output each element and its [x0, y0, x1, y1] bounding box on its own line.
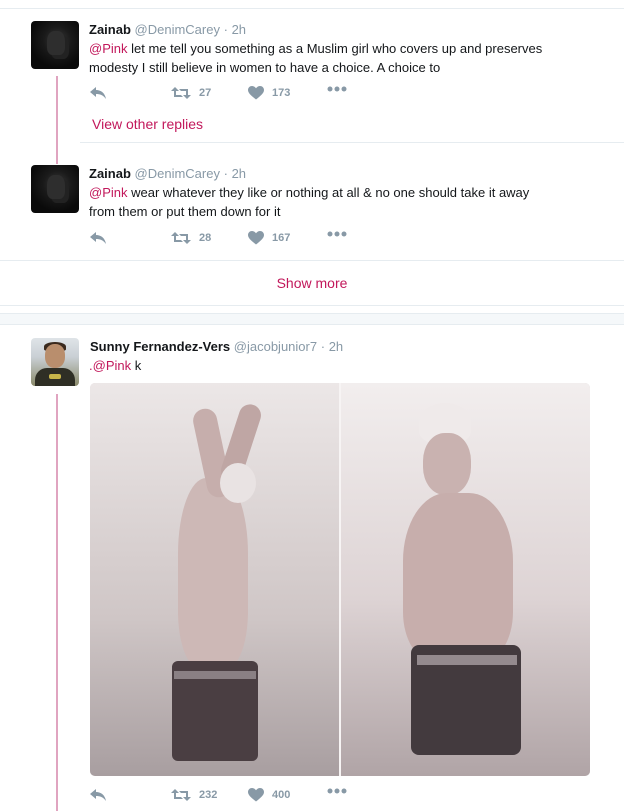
- tweet-header: Zainab @DenimCarey · 2h: [89, 22, 246, 37]
- tweet-actions: 27 173: [89, 86, 389, 106]
- mention-link[interactable]: @Pink: [89, 185, 128, 200]
- tweet-text-line: let me tell you something as a Muslim gi…: [127, 41, 543, 56]
- tweet-text-line: modesty I still believe in women to have…: [89, 60, 441, 75]
- show-more-link[interactable]: Show more: [0, 275, 624, 291]
- retweet-button[interactable]: 27: [171, 86, 211, 100]
- tweet-text-line: wear whatever they like or nothing at al…: [127, 185, 530, 200]
- like-count: 173: [272, 87, 291, 99]
- retweet-count: 232: [199, 789, 218, 801]
- separator: ·: [223, 166, 228, 181]
- tweet-header: Zainab @DenimCarey · 2h: [89, 166, 246, 181]
- retweet-icon: [171, 87, 191, 99]
- reply-button[interactable]: [89, 231, 107, 245]
- tweet-text: @Pink let me tell you something as a Mus…: [89, 39, 609, 77]
- heart-icon: [248, 788, 264, 802]
- more-button[interactable]: [327, 86, 347, 92]
- retweet-button[interactable]: 232: [171, 788, 217, 802]
- divider: [0, 305, 624, 306]
- reply-icon: [90, 232, 106, 244]
- tweet-text-line: k: [131, 358, 142, 373]
- tweet-text: @Pink wear whatever they like or nothing…: [89, 183, 609, 221]
- photo-panel-right: [341, 383, 590, 776]
- tweet[interactable]: Zainab @DenimCarey · 2h @Pink let me tel…: [0, 0, 624, 140]
- divider: [0, 260, 624, 261]
- tweet-text: .@Pink k: [89, 356, 609, 375]
- mention-link[interactable]: @Pink: [89, 41, 128, 56]
- like-button[interactable]: 167: [248, 231, 290, 245]
- more-button[interactable]: [327, 231, 347, 237]
- retweet-count: 28: [199, 232, 212, 244]
- user-handle[interactable]: @jacobjunior7: [234, 339, 317, 354]
- user-name[interactable]: Sunny Fernandez-Vers: [90, 339, 230, 354]
- mention-link[interactable]: @Pink: [93, 358, 132, 373]
- tweet-media-photo[interactable]: [90, 383, 590, 776]
- like-count: 167: [272, 232, 291, 244]
- reply-icon: [90, 87, 106, 99]
- like-button[interactable]: 173: [248, 86, 290, 100]
- retweet-count: 27: [199, 87, 212, 99]
- avatar[interactable]: [31, 21, 79, 69]
- photo-panel-left: [90, 383, 339, 776]
- tweet[interactable]: Zainab @DenimCarey · 2h @Pink wear whate…: [0, 143, 624, 260]
- user-name[interactable]: Zainab: [89, 22, 131, 37]
- retweet-icon: [171, 232, 191, 244]
- more-button[interactable]: [327, 788, 347, 794]
- avatar[interactable]: [31, 165, 79, 213]
- reply-icon: [90, 789, 106, 801]
- tweet-actions: 232 400: [89, 788, 389, 808]
- timestamp[interactable]: 2h: [232, 166, 246, 181]
- timestamp[interactable]: 2h: [232, 22, 246, 37]
- like-button[interactable]: 400: [248, 788, 290, 802]
- tweet-text-line: from them or put them down for it: [89, 204, 281, 219]
- separator: ·: [223, 22, 228, 37]
- tweet-header: Sunny Fernandez-Vers @jacobjunior7 · 2h: [90, 339, 343, 354]
- user-name[interactable]: Zainab: [89, 166, 131, 181]
- section-gap: [0, 313, 624, 325]
- tweet-actions: 28 167: [89, 231, 389, 251]
- heart-icon: [248, 231, 264, 245]
- separator: ·: [320, 339, 326, 354]
- avatar[interactable]: [31, 338, 79, 386]
- retweet-button[interactable]: 28: [171, 231, 211, 245]
- retweet-icon: [171, 789, 191, 801]
- user-handle[interactable]: @DenimCarey: [135, 166, 220, 181]
- more-icon: [327, 231, 347, 237]
- heart-icon: [248, 86, 264, 100]
- reply-button[interactable]: [89, 86, 107, 100]
- more-icon: [327, 788, 347, 794]
- timestamp[interactable]: 2h: [329, 339, 343, 354]
- reply-button[interactable]: [89, 788, 107, 802]
- more-icon: [327, 86, 347, 92]
- like-count: 400: [272, 789, 291, 801]
- user-handle[interactable]: @DenimCarey: [135, 22, 220, 37]
- view-other-replies-link[interactable]: View other replies: [92, 116, 203, 132]
